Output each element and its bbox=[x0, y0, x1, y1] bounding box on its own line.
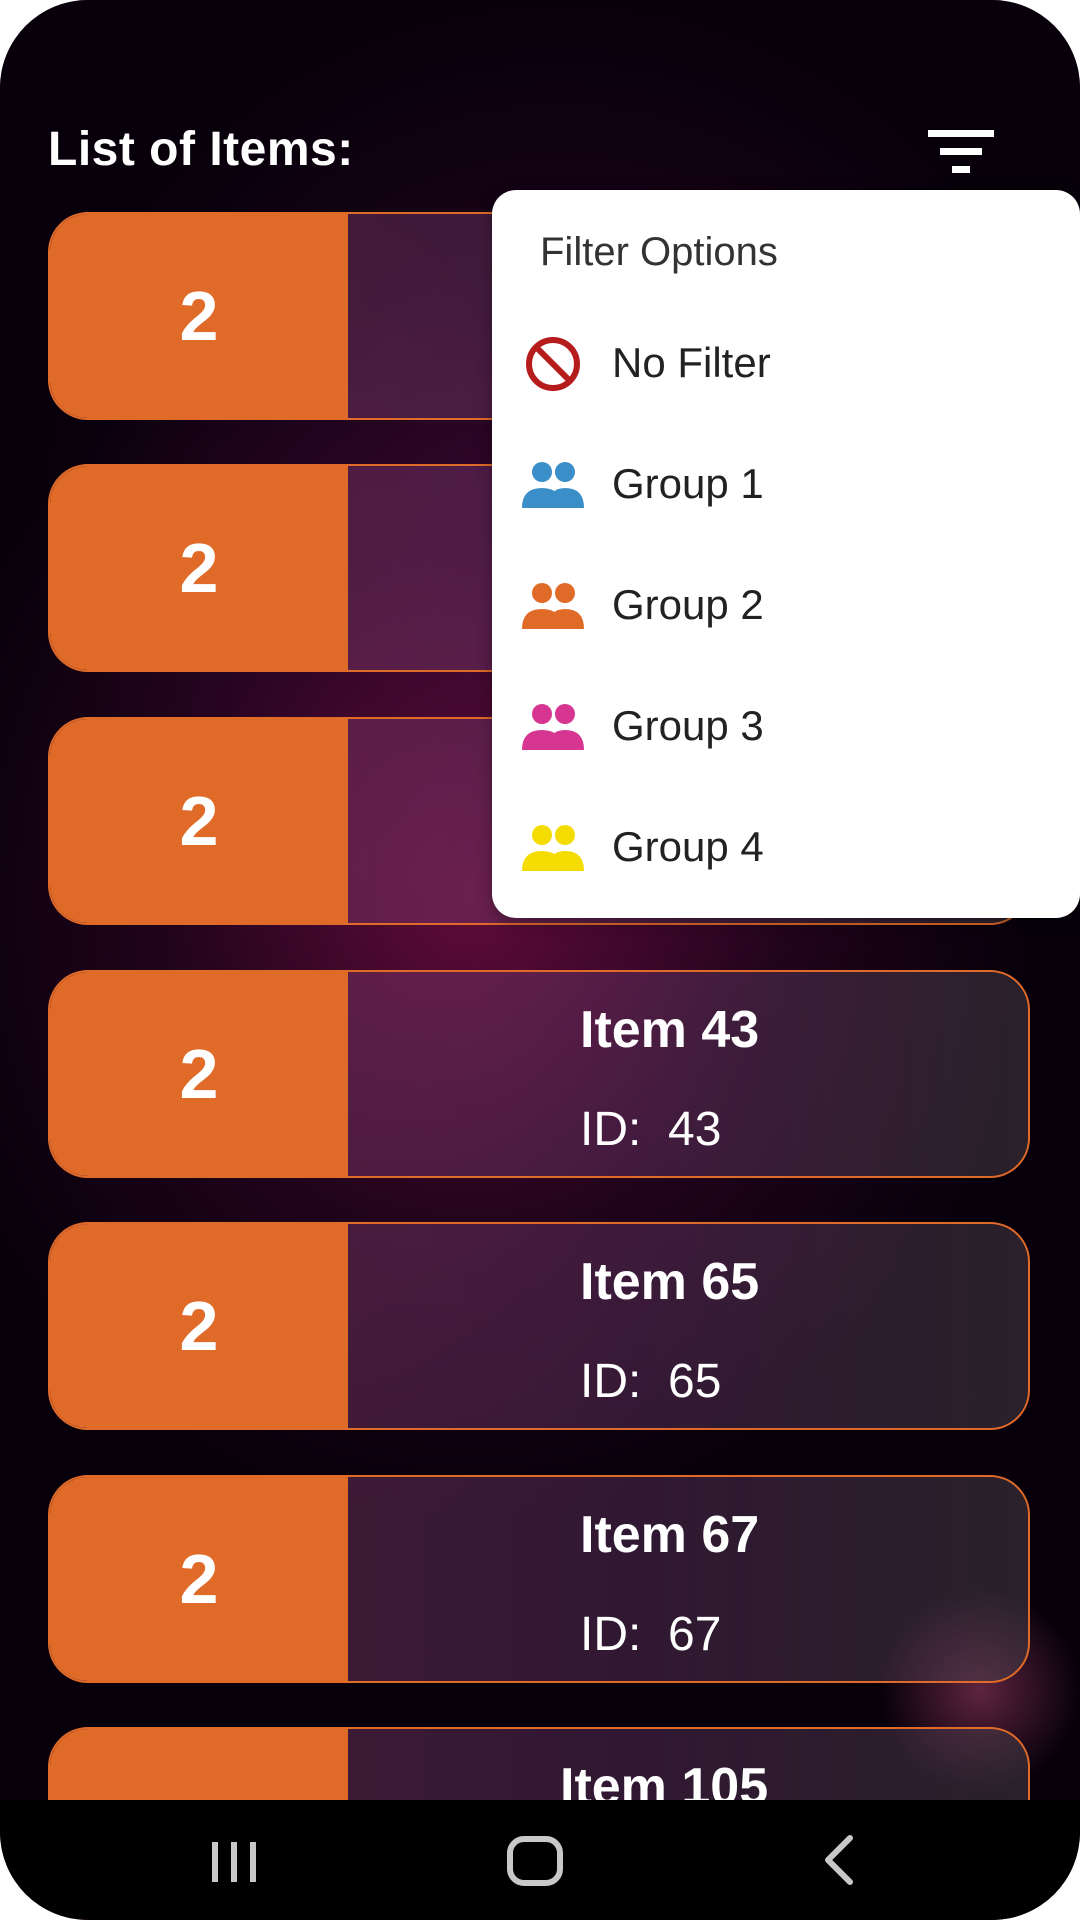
back-button[interactable] bbox=[778, 1820, 898, 1900]
item-name: Item 65 bbox=[580, 1253, 760, 1311]
filter-option-group-3[interactable]: Group 3 bbox=[492, 672, 1080, 782]
filter-option-label: Group 3 bbox=[612, 702, 764, 749]
item-badge: 2 bbox=[50, 214, 348, 418]
group-icon bbox=[522, 825, 584, 871]
list-item[interactable]: 2 Item 67 ID: 67 bbox=[48, 1475, 1030, 1683]
item-badge: 2 bbox=[50, 972, 348, 1176]
item-name: Item 43 bbox=[580, 1001, 760, 1059]
filter-list-icon bbox=[928, 130, 994, 173]
recent-apps-button[interactable] bbox=[174, 1820, 294, 1900]
filter-option-label: Group 2 bbox=[612, 581, 764, 628]
item-id: ID: 67 bbox=[580, 1608, 722, 1661]
item-badge: 2 bbox=[50, 719, 348, 923]
filter-option-label: No Filter bbox=[612, 339, 771, 386]
back-icon bbox=[825, 1835, 853, 1885]
item-id: ID: 65 bbox=[580, 1355, 722, 1408]
item-id: ID: 43 bbox=[580, 1103, 722, 1156]
block-icon bbox=[526, 337, 580, 391]
group-icon bbox=[522, 462, 584, 508]
item-badge: 2 bbox=[50, 466, 348, 670]
list-item[interactable]: 2 Item 65 ID: 65 bbox=[48, 1222, 1030, 1430]
filter-option-group-4[interactable]: Group 4 bbox=[492, 793, 1080, 903]
page-title: List of Items: bbox=[48, 123, 354, 176]
filter-option-label: Group 4 bbox=[612, 823, 764, 870]
home-button[interactable] bbox=[475, 1820, 595, 1900]
group-icon bbox=[522, 583, 584, 629]
recent-apps-icon bbox=[212, 1842, 256, 1882]
filter-menu: Filter Options No Filter Group 1 Group 2… bbox=[492, 190, 1080, 918]
item-name: Item 67 bbox=[580, 1506, 760, 1564]
system-nav-bar bbox=[0, 1800, 1080, 1920]
filter-option-group-2[interactable]: Group 2 bbox=[492, 551, 1080, 661]
item-badge: 2 bbox=[50, 1477, 348, 1681]
filter-menu-header: Filter Options bbox=[540, 230, 778, 274]
filter-button[interactable] bbox=[922, 122, 1006, 182]
group-icon bbox=[522, 704, 584, 750]
filter-option-group-1[interactable]: Group 1 bbox=[492, 430, 1080, 540]
phone-screen: List of Items: 2 2 2 2 Item 43 ID: 43 2 … bbox=[0, 0, 1080, 1920]
list-item[interactable]: 2 Item 43 ID: 43 bbox=[48, 970, 1030, 1178]
home-icon bbox=[507, 1836, 563, 1886]
filter-option-label: Group 1 bbox=[612, 460, 764, 507]
item-badge: 2 bbox=[50, 1224, 348, 1428]
filter-option-no-filter[interactable]: No Filter bbox=[492, 309, 1080, 419]
